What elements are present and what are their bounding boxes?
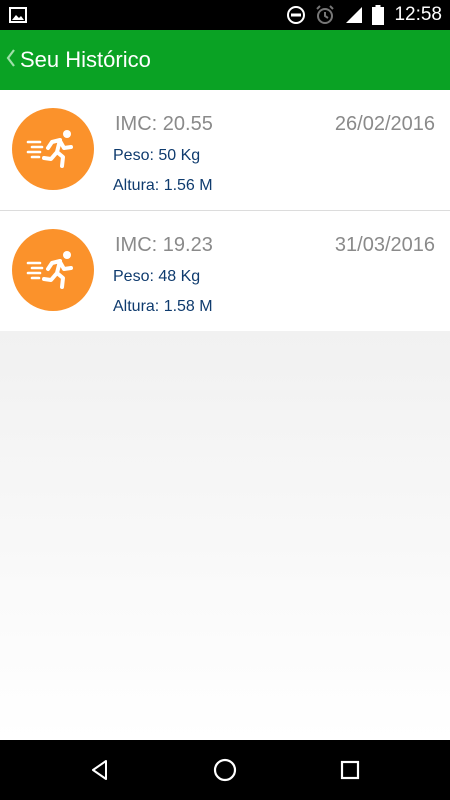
back-button[interactable] bbox=[4, 30, 18, 90]
empty-area bbox=[0, 331, 450, 740]
do-not-disturb-icon bbox=[286, 5, 306, 25]
imc-value: IMC: 20.55 bbox=[115, 113, 213, 135]
record-date: 31/03/2016 bbox=[334, 234, 435, 256]
recents-square-icon[interactable] bbox=[332, 752, 368, 788]
signal-icon bbox=[344, 5, 364, 25]
chevron-left-icon bbox=[4, 47, 18, 74]
battery-icon bbox=[372, 5, 385, 25]
image-icon bbox=[9, 7, 27, 23]
record-date: 26/02/2016 bbox=[334, 113, 435, 135]
height-value: Altura: 1.58 M bbox=[113, 298, 213, 315]
navigation-bar bbox=[0, 740, 450, 800]
history-list: IMC: 20.55 26/02/2016 Peso: 50 Kg Altura… bbox=[0, 90, 450, 331]
weight-value: Peso: 48 Kg bbox=[113, 268, 201, 285]
app-bar: Seu Histórico bbox=[0, 30, 450, 90]
history-row[interactable]: IMC: 19.23 31/03/2016 Peso: 48 Kg Altura… bbox=[0, 211, 450, 331]
home-circle-icon[interactable] bbox=[207, 752, 243, 788]
weight-value: Peso: 50 Kg bbox=[113, 147, 201, 164]
page-title: Seu Histórico bbox=[20, 47, 151, 72]
height-value: Altura: 1.56 M bbox=[113, 177, 213, 194]
running-person-icon bbox=[12, 229, 94, 311]
status-bar: 12:58 bbox=[0, 0, 450, 30]
imc-value: IMC: 19.23 bbox=[115, 234, 213, 256]
history-row[interactable]: IMC: 20.55 26/02/2016 Peso: 50 Kg Altura… bbox=[0, 90, 450, 211]
back-triangle-icon[interactable] bbox=[82, 752, 118, 788]
status-time: 12:58 bbox=[394, 4, 442, 25]
alarm-icon bbox=[314, 4, 336, 26]
running-person-icon bbox=[12, 108, 94, 190]
